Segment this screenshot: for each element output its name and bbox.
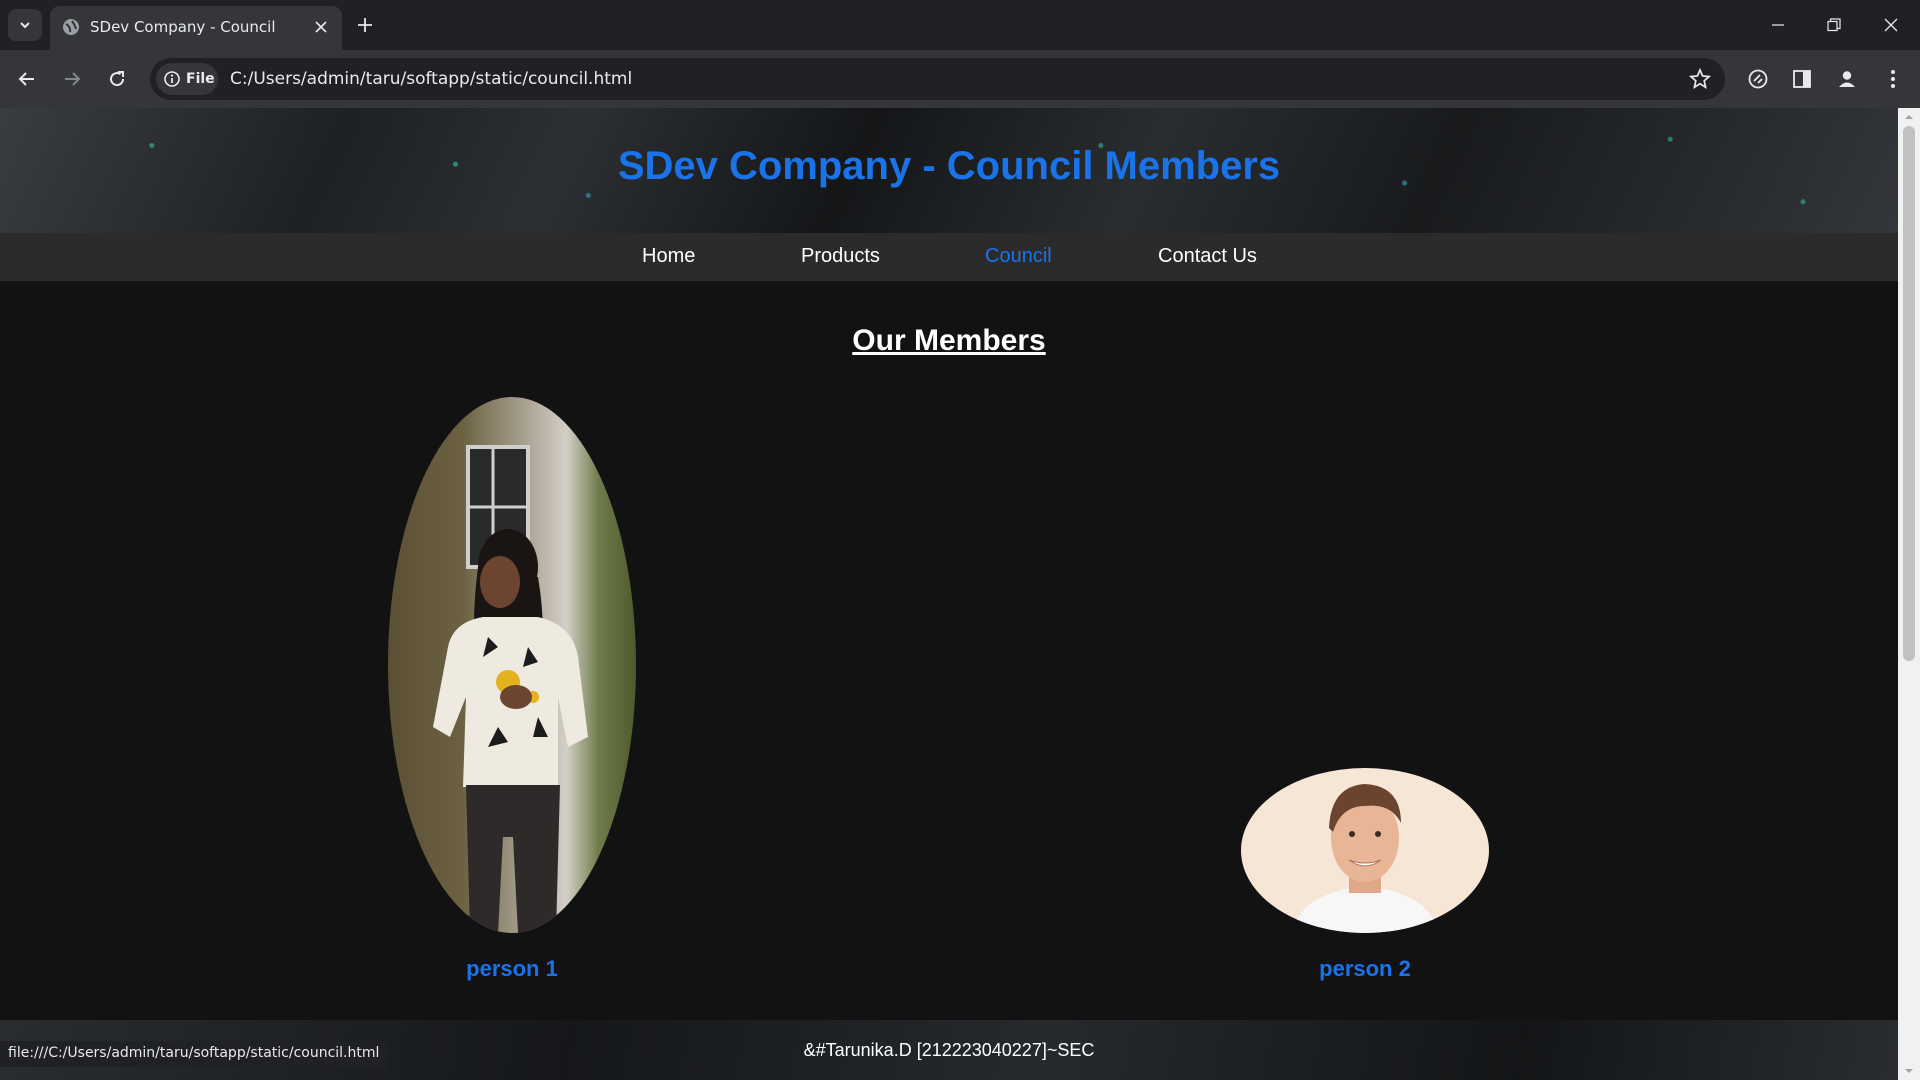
tab-title: SDev Company - Council <box>90 18 276 36</box>
member-photo-1-image <box>433 445 588 933</box>
arrow-left-icon <box>18 72 34 86</box>
member-name-1: person 1 <box>466 956 558 981</box>
extensions-button[interactable] <box>1745 66 1771 92</box>
extension-icon <box>1748 69 1768 89</box>
tab-search-button[interactable] <box>8 9 42 41</box>
nav-products[interactable]: Products <box>801 245 880 268</box>
close-icon <box>1884 18 1898 32</box>
member-photo-1 <box>388 397 636 933</box>
url-text[interactable]: C:/Users/admin/taru/softapp/static/counc… <box>230 69 632 89</box>
member-photo-2 <box>1241 768 1489 933</box>
site-info-chip[interactable]: File <box>156 63 218 95</box>
info-icon <box>164 71 180 87</box>
close-window-button[interactable] <box>1871 8 1911 42</box>
profile-button[interactable] <box>1834 66 1860 92</box>
member-photo-2-image <box>1291 784 1439 933</box>
main-nav: Home Products Council Contact Us <box>0 233 1898 281</box>
profile-icon <box>1839 71 1855 87</box>
nav-council[interactable]: Council <box>985 245 1052 268</box>
back-button[interactable] <box>11 63 43 95</box>
address-bar[interactable]: File C:/Users/admin/taru/softapp/static/… <box>150 58 1725 100</box>
tab-close-button[interactable] <box>312 18 330 36</box>
globe-icon <box>63 19 79 35</box>
scroll-up-arrow-icon[interactable] <box>1904 112 1914 122</box>
star-icon[interactable] <box>1689 68 1711 90</box>
side-panel-icon <box>1793 70 1811 88</box>
member-name-2: person 2 <box>1319 956 1411 981</box>
browser-tab-bar: SDev Company - Council <box>0 0 1920 50</box>
restore-icon <box>1827 18 1841 32</box>
minimize-icon <box>1772 24 1784 26</box>
scrollbar-thumb[interactable] <box>1903 126 1915 661</box>
side-panel-button[interactable] <box>1789 66 1815 92</box>
hero-banner: SDev Company - Council Members <box>0 108 1898 233</box>
more-vert-icon <box>1891 70 1895 88</box>
browser-toolbar: File C:/Users/admin/taru/softapp/static/… <box>0 50 1920 108</box>
arrow-right-icon <box>65 72 81 86</box>
section-title: Our Members <box>852 324 1046 357</box>
page-viewport: SDev Company - Council Members Home Prod… <box>0 108 1898 1080</box>
site-info-label: File <box>186 71 215 87</box>
nav-home[interactable]: Home <box>642 245 695 268</box>
chevron-down-icon <box>20 22 30 29</box>
restore-button[interactable] <box>1814 8 1854 42</box>
vertical-scrollbar[interactable] <box>1898 108 1920 1080</box>
plus-icon <box>358 18 372 32</box>
reload-icon <box>110 71 125 87</box>
menu-button[interactable] <box>1880 66 1906 92</box>
forward-button[interactable] <box>56 63 88 95</box>
reload-button[interactable] <box>101 63 133 95</box>
status-url-bubble: file:///C:/Users/admin/taru/softapp/stat… <box>0 1041 388 1067</box>
nav-contact-us[interactable]: Contact Us <box>1158 245 1257 268</box>
browser-tab[interactable]: SDev Company - Council <box>50 6 342 50</box>
close-icon <box>315 21 327 33</box>
page-title: SDev Company - Council Members <box>617 144 1281 188</box>
minimize-button[interactable] <box>1758 8 1798 42</box>
scroll-down-arrow-icon[interactable] <box>1904 1066 1914 1076</box>
new-tab-button[interactable] <box>352 12 378 38</box>
